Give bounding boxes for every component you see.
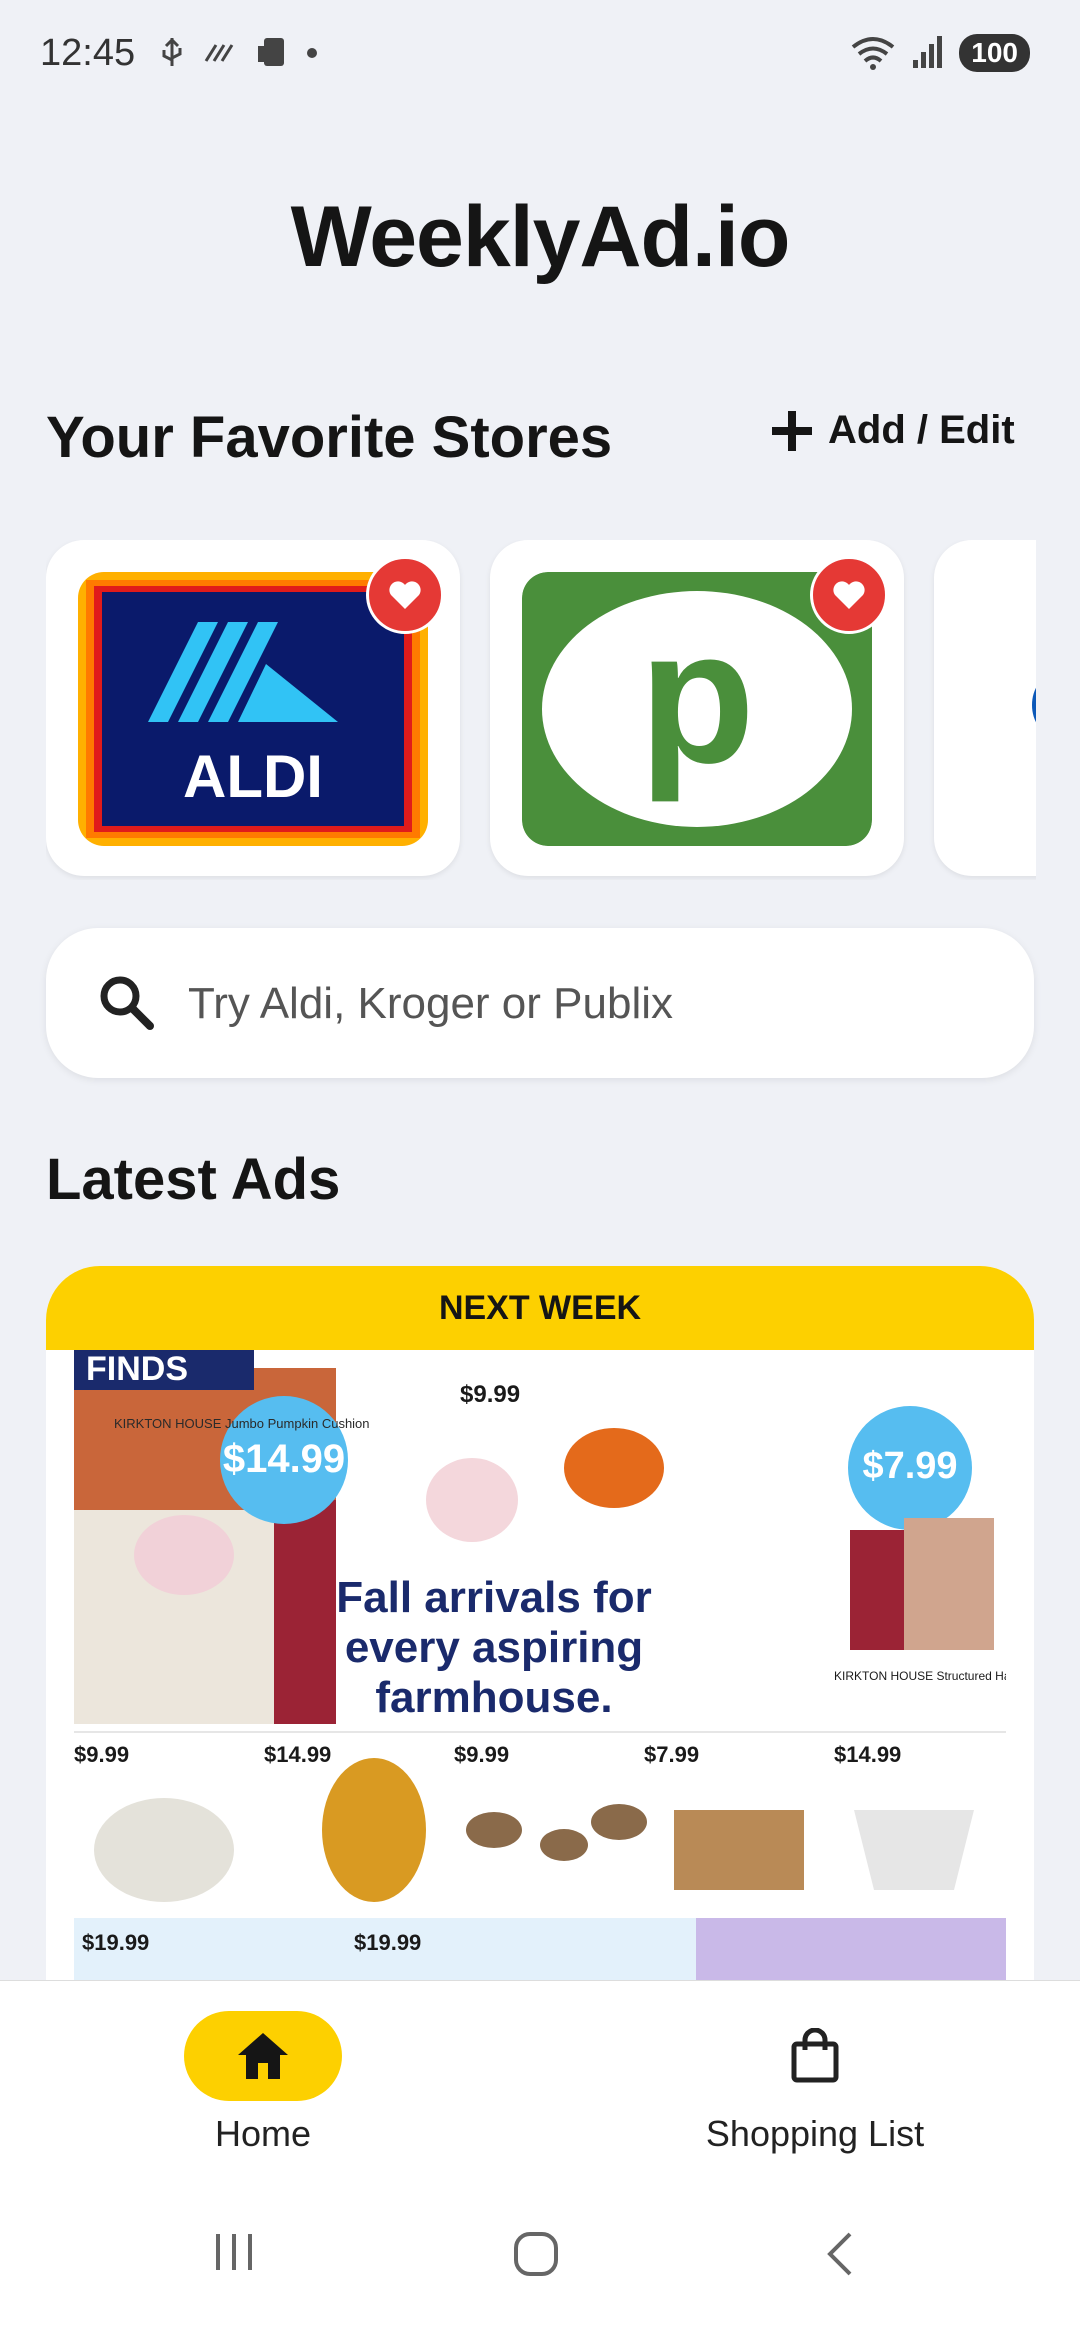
favorite-stores-heading: Your Favorite Stores: [46, 405, 613, 470]
latest-ads-heading: Latest Ads: [46, 1147, 341, 1212]
ad-row-price-4: $7.99: [644, 1742, 699, 1767]
system-navigation-bar: [0, 2180, 1080, 2340]
ad-hero-product: KIRKTON HOUSE Jumbo Pumpkin Cushion: [114, 1416, 370, 1431]
plus-icon: [772, 410, 812, 451]
ad-headline-line1: Fall arrivals for: [336, 1573, 651, 1622]
ad-third-product: KIRKTON HOUSE Structured Harvest Throw: [834, 1669, 1006, 1683]
usb-icon: [162, 37, 182, 66]
favorite-stores-carousel[interactable]: ALDI p: [46, 540, 1036, 880]
ad-week-banner: NEXT WEEK: [46, 1266, 1034, 1350]
aldi-logo-text: ALDI: [183, 743, 323, 810]
ad-bottom-price-2: $19.99: [354, 1930, 421, 1955]
status-notification-icons: [160, 36, 318, 70]
signal-icon: [913, 36, 943, 68]
nfc-icon: [204, 44, 234, 62]
ad-row-price-1: $9.99: [74, 1742, 129, 1767]
shopping-bag-icon: [791, 2028, 839, 2083]
battery-indicator: 100: [959, 34, 1030, 72]
status-system-icons: 100: [849, 34, 1030, 72]
ad-flyer-image: FINDS $14.99 KIRKTON HOUSE Jumbo Pumpkin…: [74, 1350, 1034, 1986]
search-input[interactable]: [186, 928, 1010, 1080]
ad-headline-line2: every aspiring: [345, 1623, 643, 1672]
store-card-publix[interactable]: p: [490, 540, 904, 876]
back-icon[interactable]: [822, 2230, 858, 2278]
add-edit-button[interactable]: Add / Edit: [770, 408, 1015, 453]
store-card-partial[interactable]: [934, 540, 1036, 876]
bottom-navigation: Home Shopping List: [0, 1980, 1080, 2181]
ad-bottom-price-1: $19.99: [82, 1930, 149, 1955]
ad-row-price-3: $9.99: [454, 1742, 509, 1767]
home-system-icon[interactable]: [512, 2230, 560, 2278]
ad-hero-price: $14.99: [223, 1437, 345, 1481]
device-icon: [258, 38, 284, 66]
ad-second-price: $9.99: [460, 1381, 520, 1408]
nav-home-active-indicator: [184, 2011, 342, 2101]
ad-row-price-2: $14.99: [264, 1742, 331, 1767]
home-icon: [238, 2033, 288, 2079]
search-icon: [100, 976, 154, 1030]
ad-card[interactable]: NEXT WEEK FINDS $14.99 KIRKTON HOUSE Jum…: [46, 1266, 1034, 1986]
ad-third-price: $7.99: [862, 1445, 957, 1487]
status-bar: 12:45 100: [0, 0, 1080, 110]
store-card-aldi[interactable]: ALDI: [46, 540, 460, 876]
store-search-box[interactable]: [46, 928, 1034, 1080]
wifi-icon: [852, 37, 895, 70]
nav-home-label: Home: [214, 2113, 312, 2154]
nav-home[interactable]: Home: [178, 2011, 348, 2155]
favorite-heart-icon[interactable]: [810, 556, 888, 634]
add-edit-label: Add / Edit: [828, 408, 1015, 452]
nav-shopping-list[interactable]: Shopping List: [680, 2011, 950, 2155]
status-time: 12:45: [40, 32, 136, 74]
dot-icon: [307, 48, 317, 58]
nav-shopping-list-label: Shopping List: [705, 2113, 925, 2154]
recent-apps-icon[interactable]: [212, 2230, 258, 2274]
ad-corner-label: FINDS: [86, 1350, 188, 1388]
publix-logo-text: p: [639, 591, 755, 803]
app-title: WeeklyAd.io: [290, 189, 791, 285]
ad-row-price-5: $14.99: [834, 1742, 901, 1767]
ad-headline-line3: farmhouse.: [375, 1673, 612, 1722]
favorite-heart-icon[interactable]: [366, 556, 444, 634]
